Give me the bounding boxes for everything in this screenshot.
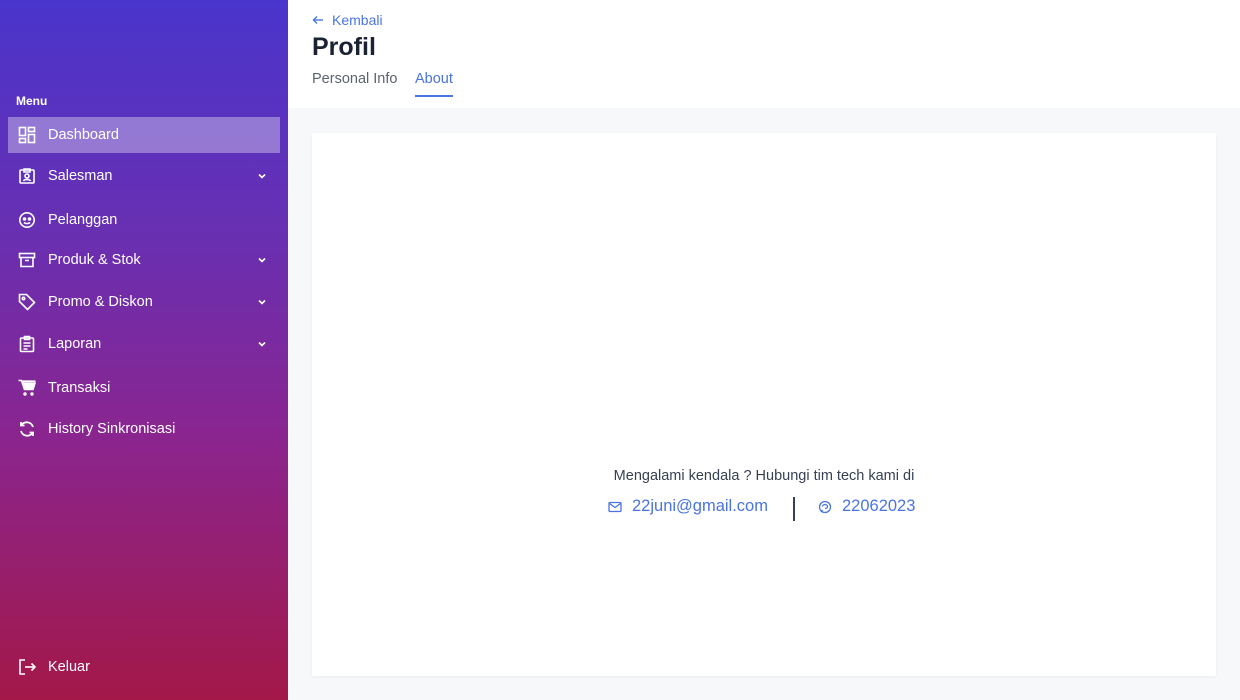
page-title: Profil [312, 33, 376, 61]
page-header: Kembali Profil Personal Info About [288, 0, 1240, 108]
arrow-left-icon [312, 16, 323, 24]
contact-text: Mengalami kendala ? Hubungi tim tech kam… [613, 468, 915, 484]
sidebar-item-pelanggan[interactable]: Pelanggan [8, 202, 280, 238]
chevron-down-icon [256, 254, 268, 266]
logout-button[interactable]: Keluar [8, 649, 280, 685]
sidebar-item-label: Produk & Stok [48, 252, 141, 268]
sidebar-item-promo-diskon[interactable]: Promo & Diskon [8, 284, 280, 320]
badge-icon [18, 167, 36, 185]
tag-icon [18, 293, 36, 311]
sidebar-item-history-sinkronisasi[interactable]: History Sinkronisasi [8, 411, 280, 447]
email-link[interactable]: 22juni@gmail.com [608, 497, 768, 516]
menu-heading: Menu [16, 94, 48, 108]
archive-icon [18, 251, 36, 269]
chevron-down-icon [256, 170, 268, 182]
sidebar-item-label: Laporan [48, 336, 102, 352]
sidebar-item-label: Pelanggan [48, 212, 118, 228]
logout-label: Keluar [48, 659, 90, 675]
cart-icon [18, 379, 36, 397]
logout-icon [18, 658, 36, 676]
sidebar-item-salesman[interactable]: Salesman [8, 158, 280, 194]
sidebar-item-label: Promo & Diskon [48, 294, 153, 310]
email-text: 22juni@gmail.com [632, 497, 768, 515]
face-icon [18, 211, 36, 229]
sidebar-item-label: Dashboard [48, 127, 119, 143]
phone-link[interactable]: 22062023 [818, 497, 915, 516]
chevron-down-icon [256, 296, 268, 308]
tab-personal-info[interactable]: Personal Info [312, 71, 397, 97]
sidebar-item-label: Transaksi [48, 380, 111, 396]
phone-text: 22062023 [842, 497, 916, 515]
divider [793, 497, 795, 521]
sidebar-item-dashboard[interactable]: Dashboard [8, 117, 280, 153]
back-label: Kembali [332, 12, 383, 28]
chevron-down-icon [256, 338, 268, 350]
sidebar-item-label: History Sinkronisasi [48, 421, 176, 437]
sidebar: Menu Dashboard Salesman Pelanggan Produk… [0, 0, 288, 700]
mail-icon [608, 501, 622, 512]
chat-icon [818, 500, 832, 513]
clipboard-icon [18, 335, 36, 353]
back-link[interactable]: Kembali [312, 12, 383, 28]
sidebar-item-label: Salesman [48, 168, 113, 184]
tab-about[interactable]: About [415, 71, 453, 97]
dashboard-icon [18, 126, 36, 144]
contact-row: 22juni@gmail.com 22062023 [312, 495, 1216, 523]
sidebar-item-laporan[interactable]: Laporan [8, 326, 280, 362]
sync-icon [18, 420, 36, 438]
sidebar-item-produk-stok[interactable]: Produk & Stok [8, 242, 280, 278]
sidebar-item-transaksi[interactable]: Transaksi [8, 370, 280, 406]
about-card: Mengalami kendala ? Hubungi tim tech kam… [312, 133, 1216, 676]
